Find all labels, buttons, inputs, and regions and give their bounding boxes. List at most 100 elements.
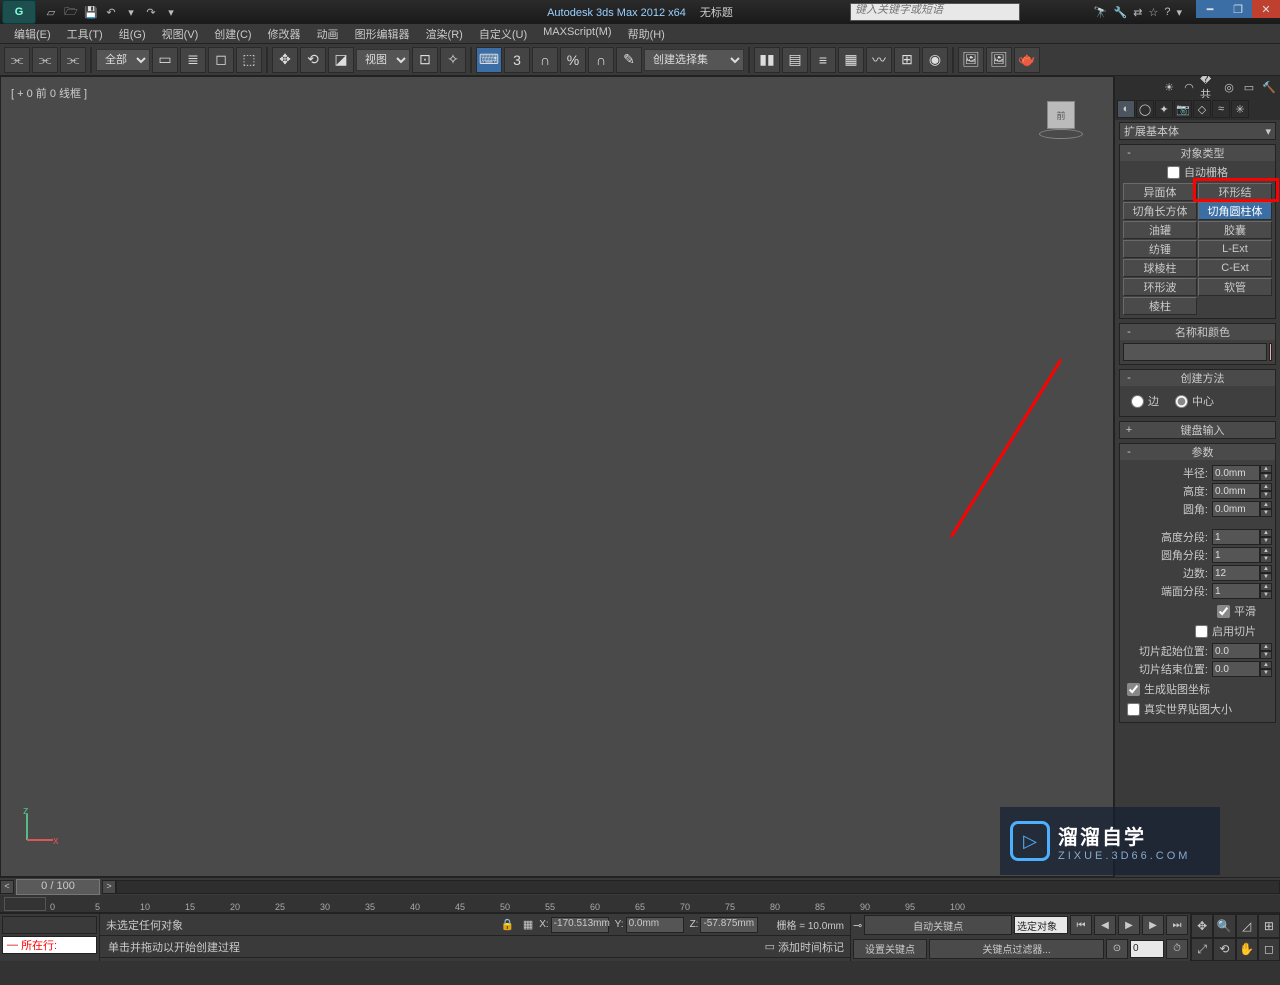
menu-item[interactable]: 视图(V) xyxy=(154,24,207,43)
app-logo[interactable]: G xyxy=(2,0,36,24)
help-search-input[interactable] xyxy=(851,4,1019,16)
edit-named-sel-icon[interactable]: ✎ xyxy=(616,47,642,73)
spinner-down-icon[interactable]: ▼ xyxy=(1260,591,1272,599)
undo-link-icon[interactable]: ⫘ xyxy=(4,47,30,73)
sides-spinner[interactable] xyxy=(1212,565,1260,581)
key-selection-dropdown[interactable] xyxy=(1014,916,1068,934)
object-type-button[interactable]: 异面体 xyxy=(1123,183,1197,201)
scale-icon[interactable]: ◪ xyxy=(328,47,354,73)
script-mini-listener[interactable] xyxy=(2,916,97,934)
menu-item[interactable]: 修改器 xyxy=(260,24,309,43)
hierarchy-icon[interactable]: �共 xyxy=(1200,78,1218,96)
spinner-up-icon[interactable]: ▲ xyxy=(1260,565,1272,573)
fillet-spinner[interactable] xyxy=(1212,501,1260,517)
lights-tab[interactable]: ✦ xyxy=(1155,100,1173,118)
set-key-button[interactable]: 设置关键点 xyxy=(853,939,927,959)
menu-item[interactable]: 编辑(E) xyxy=(6,24,59,43)
time-prev-button[interactable]: < xyxy=(0,880,14,894)
layer-manager-icon[interactable]: ▦ xyxy=(838,47,864,73)
keyboard-entry-rollout-header[interactable]: +键盘输入 xyxy=(1120,422,1275,438)
max-toggle-icon[interactable]: ◻ xyxy=(1258,938,1280,962)
spinner-up-icon[interactable]: ▲ xyxy=(1260,547,1272,555)
hammer-icon[interactable]: 🔨 xyxy=(1260,78,1278,96)
time-slider-track[interactable] xyxy=(116,880,1280,894)
helpers-tab[interactable]: ◇ xyxy=(1193,100,1211,118)
spinner-snap-icon[interactable]: ∩ xyxy=(588,47,614,73)
schematic-icon[interactable]: ⊞ xyxy=(894,47,920,73)
key-icon[interactable]: ⊸ xyxy=(853,919,862,932)
add-time-tag[interactable]: 添加时间标记 xyxy=(778,939,844,955)
spinner-up-icon[interactable]: ▲ xyxy=(1260,661,1272,669)
shapes-tab[interactable]: ◯ xyxy=(1136,100,1154,118)
viewport-front[interactable]: [ + 0 前 0 线框 ] 前 z x xyxy=(0,76,1114,877)
spinner-up-icon[interactable]: ▲ xyxy=(1260,643,1272,651)
arc-icon[interactable]: ◠ xyxy=(1180,78,1198,96)
auto-grid-checkbox[interactable] xyxy=(1167,166,1180,179)
help-icon[interactable]: ? xyxy=(1164,6,1170,19)
object-type-button[interactable]: 球棱柱 xyxy=(1123,259,1197,277)
time-config-icon[interactable]: ⏱ xyxy=(1166,939,1188,959)
auto-key-button[interactable]: 自动关键点 xyxy=(864,915,1012,935)
play-icon[interactable]: ▶ xyxy=(1118,915,1140,935)
exchange-icon[interactable]: ⇄ xyxy=(1133,6,1142,19)
menu-item[interactable]: 工具(T) xyxy=(59,24,111,43)
named-selection-dropdown[interactable]: 创建选择集 xyxy=(644,49,744,71)
light-icon[interactable]: ☀ xyxy=(1160,78,1178,96)
select-name-icon[interactable]: ≣ xyxy=(180,47,206,73)
fillet-segs-spinner[interactable] xyxy=(1212,547,1260,563)
object-type-button[interactable]: 棱柱 xyxy=(1123,297,1197,315)
spinner-up-icon[interactable]: ▲ xyxy=(1260,529,1272,537)
object-type-button[interactable]: 环形波 xyxy=(1123,278,1197,296)
prev-frame-icon[interactable]: ◀ xyxy=(1094,915,1116,935)
qat-redo-icon[interactable]: ↷ xyxy=(142,3,160,21)
keyboard-shortcut-icon[interactable]: ⌨ xyxy=(476,47,502,73)
space-warps-tab[interactable]: ≈ xyxy=(1212,100,1230,118)
render-setup-icon[interactable]: 🖼 xyxy=(958,47,984,73)
qat-undo-icon[interactable]: ↶ xyxy=(102,3,120,21)
slice-on-checkbox[interactable] xyxy=(1195,625,1208,638)
systems-tab[interactable]: ✳ xyxy=(1231,100,1249,118)
pivot-icon[interactable]: ⊡ xyxy=(412,47,438,73)
zoom-extents-icon[interactable]: ⤢ xyxy=(1191,938,1213,962)
coord-y[interactable]: 0.0mm xyxy=(626,917,684,933)
radius-spinner[interactable] xyxy=(1212,465,1260,481)
time-ruler[interactable]: 0510152025303540455055606570758085909510… xyxy=(0,895,1280,913)
key-filters-button[interactable]: 关键点过滤器... xyxy=(929,939,1104,959)
qat-new-icon[interactable]: ▱ xyxy=(42,3,60,21)
object-type-rollout-header[interactable]: -对象类型 xyxy=(1120,145,1275,161)
object-type-button[interactable]: 纺锤 xyxy=(1123,240,1197,258)
time-slider-handle[interactable]: 0 / 100 xyxy=(16,879,100,895)
menu-item[interactable]: 创建(C) xyxy=(206,24,259,43)
spinner-down-icon[interactable]: ▼ xyxy=(1260,491,1272,499)
menu-item[interactable]: 渲染(R) xyxy=(418,24,471,43)
spinner-down-icon[interactable]: ▼ xyxy=(1260,509,1272,517)
select-object-icon[interactable]: ▭ xyxy=(152,47,178,73)
object-type-button[interactable]: C-Ext xyxy=(1198,259,1272,277)
time-next-button[interactable]: > xyxy=(102,880,116,894)
mirror-icon[interactable]: ▮▮ xyxy=(754,47,780,73)
center-radio[interactable]: 中心 xyxy=(1175,393,1214,409)
fov-icon[interactable]: ◿ xyxy=(1236,914,1258,938)
object-type-button[interactable]: 软管 xyxy=(1198,278,1272,296)
spinner-up-icon[interactable]: ▲ xyxy=(1260,483,1272,491)
binoculars-icon[interactable]: 🔭 xyxy=(1094,6,1108,19)
spinner-up-icon[interactable]: ▲ xyxy=(1260,501,1272,509)
view-cube[interactable]: 前 xyxy=(1039,95,1083,139)
qat-undo-drop-icon[interactable]: ▾ xyxy=(122,3,140,21)
orbit-icon[interactable]: ⟲ xyxy=(1213,938,1235,962)
menu-item[interactable]: 动画 xyxy=(309,24,347,43)
selection-lock-icon[interactable]: 🔒 xyxy=(501,918,517,931)
redo-link-icon[interactable]: ⫘ xyxy=(32,47,58,73)
window-minimize-button[interactable]: ━ xyxy=(1196,0,1224,18)
link-icon[interactable]: ⫘ xyxy=(60,47,86,73)
creation-method-rollout-header[interactable]: -创建方法 xyxy=(1120,370,1275,386)
layers-icon[interactable]: ≡ xyxy=(810,47,836,73)
current-frame-input[interactable] xyxy=(1130,940,1164,958)
key-mode-icon[interactable]: ⊙ xyxy=(1106,939,1128,959)
object-type-button[interactable]: L-Ext xyxy=(1198,240,1272,258)
object-type-button[interactable]: 环形结 xyxy=(1198,183,1272,201)
edge-radio[interactable]: 边 xyxy=(1131,393,1159,409)
time-tag-icon[interactable]: ▭ xyxy=(765,940,775,953)
move-icon[interactable]: ✥ xyxy=(272,47,298,73)
render-icon[interactable]: 🫖 xyxy=(1014,47,1040,73)
